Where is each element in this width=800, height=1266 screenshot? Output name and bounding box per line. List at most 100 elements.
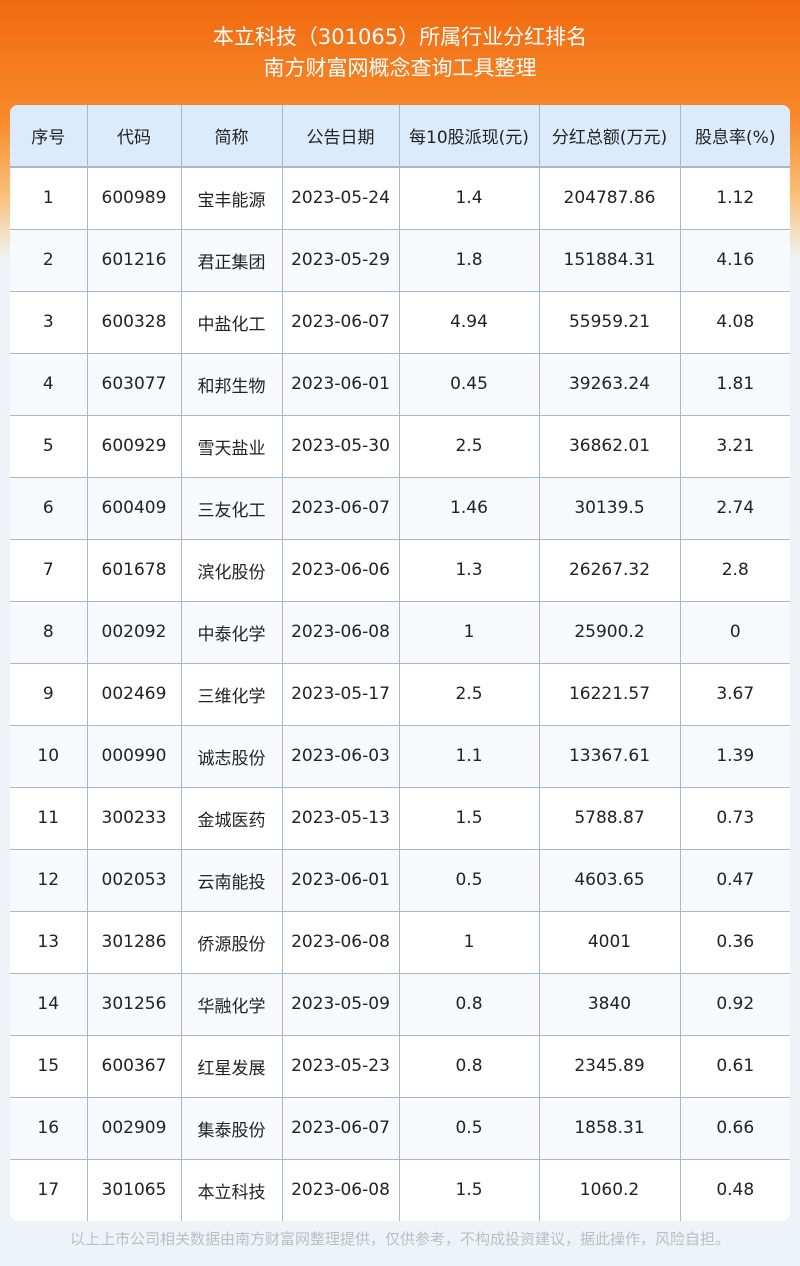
table-cell: 600409: [87, 477, 182, 540]
table-cell: 16: [10, 1097, 88, 1160]
table-cell: 2023-05-24: [282, 167, 400, 230]
table-cell: 39263.24: [539, 353, 681, 416]
table-cell: 和邦生物: [181, 353, 283, 416]
table-cell: 2023-06-08: [282, 911, 400, 974]
table-row: 12 002053 云南能投 2023-06-01 0.5 4603.65 0.47: [10, 849, 790, 912]
table-cell: 1: [399, 911, 540, 974]
table-cell: 1.5: [399, 787, 540, 850]
table-cell: 5788.87: [539, 787, 681, 850]
table-row: 7 601678 滨化股份 2023-06-06 1.3 26267.32 2.8: [10, 539, 790, 602]
table-cell: 1.39: [680, 725, 790, 788]
table-cell: 2023-06-03: [282, 725, 400, 788]
table-cell: 600989: [87, 167, 182, 230]
table-cell: 0.92: [680, 973, 790, 1036]
table-cell: 0.47: [680, 849, 790, 912]
column-header: 代码: [87, 105, 182, 168]
table-cell: 2345.89: [539, 1035, 681, 1098]
disclaimer-footer: 以上上市公司相关数据由南方财富网整理提供，仅供参考，不构成投资建议，据此操作，风…: [69, 1230, 730, 1248]
table-cell: 0.73: [680, 787, 790, 850]
table-cell: 000990: [87, 725, 182, 788]
table-row: 8 002092 中泰化学 2023-06-08 1 25900.2 0: [10, 601, 790, 664]
table-cell: 滨化股份: [181, 539, 283, 602]
table-cell: 1.1: [399, 725, 540, 788]
table-cell: 中盐化工: [181, 291, 283, 354]
column-header: 股息率(%): [680, 105, 790, 168]
table-cell: 600929: [87, 415, 182, 478]
subtitle-line: 南方财富网概念查询工具整理: [263, 56, 537, 80]
table-cell: 002053: [87, 849, 182, 912]
table-row: 13 301286 侨源股份 2023-06-08 1 4001 0.36: [10, 911, 790, 974]
table-cell: 25900.2: [539, 601, 681, 664]
table-cell: 2023-05-13: [282, 787, 400, 850]
table-cell: 002469: [87, 663, 182, 726]
table-cell: 600367: [87, 1035, 182, 1098]
table-cell: 0.8: [399, 973, 540, 1036]
table-cell: 雪天盐业: [181, 415, 283, 478]
column-header: 简称: [181, 105, 283, 168]
table-row: 6 600409 三友化工 2023-06-07 1.46 30139.5 2.74: [10, 477, 790, 540]
table-cell: 301065: [87, 1159, 182, 1221]
table-cell: 0.48: [716, 1180, 755, 1201]
table-cell: 4.94: [399, 291, 540, 354]
table-cell: 4603.65: [539, 849, 681, 912]
table-cell: 三友化工: [181, 477, 283, 540]
table-cell: 中泰化学: [181, 601, 283, 664]
table-cell: 2: [10, 229, 88, 292]
table-cell: 9: [10, 663, 88, 726]
table-cell: 1.46: [399, 477, 540, 540]
table-cell: 14: [10, 973, 88, 1036]
table-cell: 2023-05-17: [282, 663, 400, 726]
table-cell: 2023-05-23: [282, 1035, 400, 1098]
table-cell: 1.12: [680, 167, 790, 230]
table-cell: 55959.21: [539, 291, 681, 354]
table-cell: 华融化学: [181, 973, 283, 1036]
table-cell: 1060.2: [539, 1159, 681, 1221]
table-cell: 1: [399, 601, 540, 664]
table-cell: 3.67: [680, 663, 790, 726]
table-cell: 16221.57: [539, 663, 681, 726]
table-cell: 601216: [87, 229, 182, 292]
table-cell: 2023-05-29: [282, 229, 400, 292]
table-cell: 13367.61: [539, 725, 681, 788]
table-cell: 0: [680, 601, 790, 664]
table-cell: 1.81: [680, 353, 790, 416]
table-cell: 2023-06-08: [282, 601, 400, 664]
table-cell: 12: [10, 849, 88, 912]
table-cell: 15: [10, 1035, 88, 1098]
table-cell: 10: [10, 725, 88, 788]
table-cell: 君正集团: [181, 229, 283, 292]
table-cell: 三维化学: [181, 663, 283, 726]
column-header: 序号: [10, 105, 88, 168]
table-cell: 1858.31: [539, 1097, 681, 1160]
table-row: 11 300233 金城医药 2023-05-13 1.5 5788.87 0.73: [10, 787, 790, 850]
table-cell: 7: [10, 539, 88, 602]
table-cell: 4.08: [680, 291, 790, 354]
table-cell: 0.45: [399, 353, 540, 416]
table-cell: 26267.32: [539, 539, 681, 602]
table-row: 16 002909 集泰股份 2023-06-07 0.5 1858.31 0.66: [10, 1097, 790, 1160]
table-cell: 0.8: [399, 1035, 540, 1098]
table-cell: 1.5: [399, 1159, 540, 1221]
table-cell: 204787.86: [539, 167, 681, 230]
table-cell: 1.3: [399, 539, 540, 602]
table-cell: 1.4: [399, 167, 540, 230]
table-cell: 3.21: [680, 415, 790, 478]
table-cell: 侨源股份: [181, 911, 283, 974]
table-cell: 2.5: [399, 415, 540, 478]
table-row: 17 301065 本立科技 2023-06-08 1.5 1060.2 0.48: [10, 1159, 790, 1221]
table-row: 9 002469 三维化学 2023-05-17 2.5 16221.57 3.67: [10, 663, 790, 726]
table-cell: 4.16: [680, 229, 790, 292]
table-cell: 2023-05-30: [282, 415, 400, 478]
table-cell: 300233: [87, 787, 182, 850]
table-cell: 11: [10, 787, 88, 850]
table-cell: 301256: [87, 973, 182, 1036]
table-row: 15 600367 红星发展 2023-05-23 0.8 2345.89 0.61: [10, 1035, 790, 1098]
table-cell: 4: [10, 353, 88, 416]
table-row: 3 600328 中盐化工 2023-06-07 4.94 55959.21 4.08: [10, 291, 790, 354]
table-cell: 36862.01: [539, 415, 681, 478]
table-row: 1 600989 宝丰能源 2023-05-24 1.4 204787.86 1.12: [10, 167, 790, 230]
table-cell: 2023-06-01: [282, 849, 400, 912]
table-cell: 宝丰能源: [181, 167, 283, 230]
table-cell: 诚志股份: [181, 725, 283, 788]
page-title: 本立科技（301065）所属行业分红排名 南方财富网概念查询工具整理: [0, 22, 800, 84]
